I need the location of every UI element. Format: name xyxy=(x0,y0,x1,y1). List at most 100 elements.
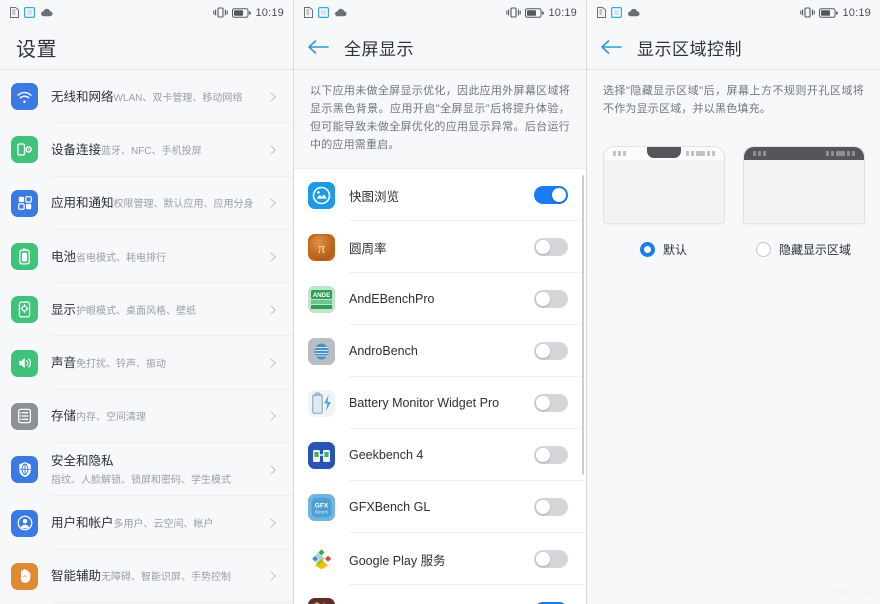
app-fullscreen-toggle[interactable] xyxy=(534,186,568,204)
app-fullscreen-toggle[interactable] xyxy=(534,394,568,412)
toggle-knob xyxy=(536,396,550,410)
settings-row-title: 用户和帐户 xyxy=(51,516,114,531)
app-row-8[interactable]: NBA 2K15 xyxy=(294,585,586,604)
preview-left-icons xyxy=(612,151,626,156)
app-name: Google Play 服务 xyxy=(349,553,446,568)
radio-default[interactable] xyxy=(639,242,655,257)
vibrate-icon xyxy=(213,7,229,18)
user-account-icon xyxy=(11,509,38,537)
toggle-knob xyxy=(536,292,550,306)
settings-row-title: 应用和通知 xyxy=(51,196,114,211)
svg-text:ANDE: ANDE xyxy=(313,292,331,299)
settings-row-subtitle: 蓝牙、NFC、手机投屏 xyxy=(101,145,202,157)
status-bar-clock: 10:19 xyxy=(842,6,871,19)
settings-row-4[interactable]: 显示护眼模式、桌面风格、壁纸 xyxy=(0,283,293,337)
svg-text:Bench: Bench xyxy=(315,509,328,514)
chevron-right-icon xyxy=(270,198,276,208)
battery-monitor-icon xyxy=(308,389,335,417)
back-arrow-icon[interactable] xyxy=(599,35,623,59)
app-row-2[interactable]: ANDE AndEBenchPro xyxy=(294,273,586,325)
sound-icon xyxy=(11,349,38,377)
chevron-right-icon xyxy=(270,92,276,102)
cloud-icon xyxy=(41,8,53,17)
settings-row-7[interactable]: 安全和隐私指纹、人脸解锁、锁屏和密码、学生模式 xyxy=(0,443,293,497)
settings-row-subtitle: 权限管理、默认应用、应用分身 xyxy=(113,199,254,211)
app-fullscreen-toggle[interactable] xyxy=(534,550,568,568)
settings-row-9[interactable]: 智能辅助无障碍、智能识屏、手势控制 xyxy=(0,550,293,604)
app-row-4[interactable]: Battery Monitor Widget Pro xyxy=(294,377,586,429)
app-fullscreen-toggle[interactable] xyxy=(534,498,568,516)
settings-row-subtitle: 指纹、人脸解锁、锁屏和密码、学生模式 xyxy=(51,474,231,486)
app-row-6[interactable]: GFX Bench GFXBench GL xyxy=(294,481,586,533)
status-bar-right-icons: 10:19 xyxy=(506,7,577,19)
chevron-right-icon xyxy=(270,518,276,528)
status-bar-panel2: 10:19 xyxy=(294,0,586,25)
cloud-icon xyxy=(628,8,640,17)
radio-line-hide[interactable]: 隐藏显示区域 xyxy=(755,241,851,258)
toggle-knob xyxy=(536,448,550,462)
settings-row-5[interactable]: 声音免打扰、铃声、振动 xyxy=(0,336,293,391)
app-list-container[interactable]: 快图浏览 π 圆周率 ANDE AndEBenchPro AndroBench Batter… xyxy=(294,168,586,604)
panel-display-area-control: 10:19 显示区域控制 选择"隐藏显示区域"后，屏幕上方不规则开孔区域将不作为… xyxy=(586,0,880,604)
app-name: Geekbench 4 xyxy=(349,448,424,462)
preview-status-bar xyxy=(604,147,724,160)
apps-icon xyxy=(11,189,38,217)
radio-label-hide: 隐藏显示区域 xyxy=(778,243,851,257)
settings-row-6[interactable]: 存储内存、空间清理 xyxy=(0,390,293,444)
settings-list[interactable]: 无线和网络WLAN、双卡管理、移动网络设备连接蓝牙、NFC、手机投屏应用和通知权… xyxy=(0,70,293,604)
app-row-3[interactable]: AndroBench xyxy=(294,325,586,377)
settings-row-1[interactable]: 设备连接蓝牙、NFC、手机投屏 xyxy=(0,123,293,177)
description-text: 选择"隐藏显示区域"后，屏幕上方不规则开孔区域将不作为显示区域，并以黑色填充。 xyxy=(603,85,864,115)
settings-row-text: 无线和网络WLAN、双卡管理、移动网络 xyxy=(51,88,261,106)
preview-screen-body xyxy=(743,160,864,223)
app-list[interactable]: 快图浏览 π 圆周率 ANDE AndEBenchPro AndroBench Batter… xyxy=(294,169,586,604)
phone-notch-hidden-preview xyxy=(742,146,865,224)
nba-icon xyxy=(308,597,335,604)
preview-left-icons xyxy=(752,151,766,156)
option-default[interactable]: 默认 xyxy=(602,146,725,258)
settings-row-0[interactable]: 无线和网络WLAN、双卡管理、移动网络 xyxy=(0,70,293,124)
status-bar-panel3: 10:19 xyxy=(587,0,880,25)
page-title: 设置 xyxy=(16,38,57,61)
app-row-1[interactable]: π 圆周率 xyxy=(294,221,586,273)
status-bar-panel1: 10:19 xyxy=(0,0,293,25)
display-area-description-block: 选择"隐藏显示区域"后，屏幕上方不规则开孔区域将不作为显示区域，并以黑色填充。 xyxy=(587,70,880,132)
option-hide-display-area[interactable]: 隐藏显示区域 xyxy=(742,146,865,258)
settings-row-text: 显示护眼模式、桌面风格、壁纸 xyxy=(51,301,261,319)
preview-right-icons xyxy=(825,151,855,156)
settings-row-text: 应用和通知权限管理、默认应用、应用分身 xyxy=(51,194,261,212)
radio-line-default[interactable]: 默认 xyxy=(639,241,687,258)
chevron-right-icon xyxy=(270,411,276,422)
back-arrow-icon[interactable] xyxy=(306,35,330,59)
chevron-right-icon xyxy=(270,145,276,155)
radio-hide-display-area[interactable] xyxy=(755,242,771,257)
settings-row-2[interactable]: 应用和通知权限管理、默认应用、应用分身 xyxy=(0,177,293,231)
watermark: 生活家论坛 xyxy=(819,589,874,600)
app-fullscreen-toggle[interactable] xyxy=(534,290,568,308)
settings-row-8[interactable]: 用户和帐户多用户、云空间、帐户 xyxy=(0,496,293,550)
settings-row-title: 显示 xyxy=(51,302,77,317)
fullscreen-header: 全屏显示 xyxy=(294,25,586,69)
app-fullscreen-toggle[interactable] xyxy=(534,342,568,360)
settings-row-3[interactable]: 电池省电模式、耗电排行 xyxy=(0,230,293,284)
settings-row-title: 存储 xyxy=(51,409,77,424)
chevron-right-icon xyxy=(270,251,276,262)
pi-icon: π xyxy=(308,233,335,261)
app-list-scrollbar[interactable] xyxy=(581,175,584,475)
app-row-7[interactable]: Google Play 服务 xyxy=(294,533,586,585)
phone-with-notch-preview xyxy=(602,146,725,224)
gallery-icon xyxy=(308,181,335,209)
chevron-right-icon xyxy=(270,465,276,475)
app-row-0[interactable]: 快图浏览 xyxy=(294,169,586,221)
app-fullscreen-toggle[interactable] xyxy=(534,238,568,256)
display-area-options[interactable]: 默认 隐藏显示区域 xyxy=(587,132,880,258)
settings-row-text: 存储内存、空间清理 xyxy=(51,407,261,425)
settings-row-title: 无线和网络 xyxy=(51,89,114,104)
settings-row-text: 电池省电模式、耗电排行 xyxy=(51,248,261,266)
app-row-5[interactable]: Geekbench 4 xyxy=(294,429,586,481)
vibrate-icon xyxy=(506,7,522,18)
status-bar-left-icons xyxy=(597,7,640,18)
square-outline-icon xyxy=(318,7,329,18)
app-fullscreen-toggle[interactable] xyxy=(534,446,568,464)
display-area-header: 显示区域控制 xyxy=(587,25,880,69)
